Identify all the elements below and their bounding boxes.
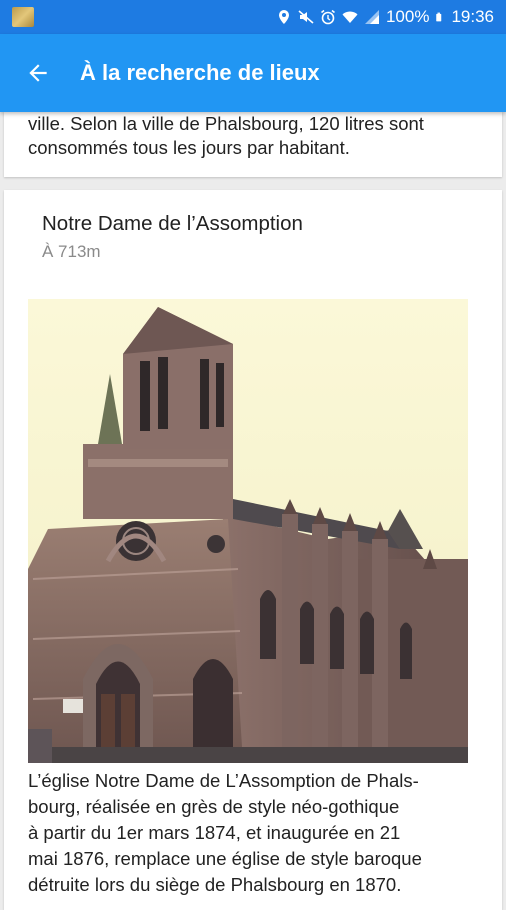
status-bar: 100% 19:36 xyxy=(0,0,506,34)
description-line: ville. Selon la ville de Phalsbourg, 120… xyxy=(28,113,424,134)
church-photo-illustration xyxy=(28,299,468,763)
place-distance: À 713m xyxy=(42,242,101,261)
description-line: détruite lors du siège de Phalsbourg en … xyxy=(28,874,402,895)
place-title: Notre Dame de l’Assomption xyxy=(42,212,303,235)
previous-place-description: ville. Selon la ville de Phalsbourg, 120… xyxy=(28,112,490,160)
description-line: consommés tous les jours par habitant. xyxy=(28,137,350,158)
description-line: mai 1876, remplace une église de style b… xyxy=(28,848,422,869)
page-title: À la recherche de lieux xyxy=(80,60,320,85)
place-photo xyxy=(28,299,468,763)
place-description: L’église Notre Dame de L’Assomption de P… xyxy=(28,768,500,898)
battery-percent: 100% xyxy=(385,7,430,26)
mute-icon xyxy=(298,10,314,24)
description-line: L’église Notre Dame de L’Assomption de P… xyxy=(28,770,419,791)
location-icon xyxy=(278,10,289,24)
description-line: bourg, réalisée en grès de style néo-got… xyxy=(28,796,400,817)
signal-icon xyxy=(364,10,379,24)
description-line: à partir du 1er mars 1874, et inaugurée … xyxy=(28,822,401,843)
back-button[interactable] xyxy=(18,53,58,93)
wifi-icon xyxy=(342,11,358,23)
clock: 19:36 xyxy=(451,7,494,26)
battery-icon xyxy=(436,12,442,22)
arrow-left-icon xyxy=(29,64,47,82)
app-bar: À la recherche de lieux xyxy=(0,34,506,112)
previous-place-card[interactable]: ville. Selon la ville de Phalsbourg, 120… xyxy=(4,112,502,177)
place-card[interactable]: Notre Dame de l’Assomption À 713m L’égli… xyxy=(4,190,502,910)
alarm-icon xyxy=(320,9,335,25)
status-icons: 100% 19:36 xyxy=(276,6,494,28)
app-notification-icon xyxy=(12,7,34,27)
